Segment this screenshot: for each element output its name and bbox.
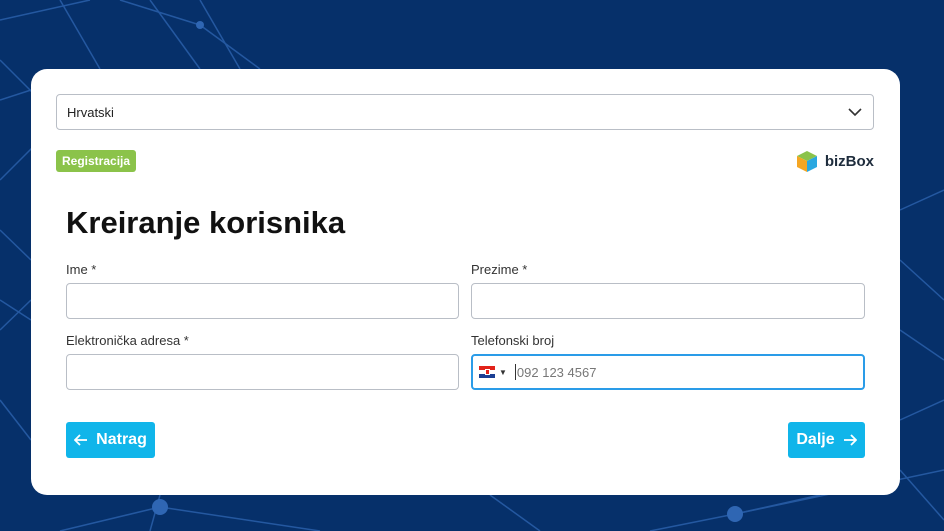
back-button[interactable]: Natrag [66, 422, 155, 458]
phone-placeholder: 092 123 4567 [516, 364, 597, 380]
registration-badge: Registracija [56, 150, 137, 172]
last-name-label: Prezime * [471, 262, 528, 277]
phone-label: Telefonski broj [471, 333, 555, 348]
chevron-down-icon [847, 104, 863, 120]
logo-text: bizBox [824, 152, 874, 170]
next-button[interactable]: Dalje [788, 422, 865, 458]
arrow-left-icon [74, 434, 88, 446]
text-cursor [514, 364, 516, 380]
arrow-right-icon [843, 434, 857, 446]
language-select[interactable]: Hrvatski [56, 94, 874, 130]
croatia-flag-icon[interactable] [479, 366, 495, 378]
back-button-label: Natrag [96, 431, 147, 448]
email-input[interactable] [66, 354, 459, 390]
country-dropdown-caret-icon[interactable]: ▼ [499, 368, 507, 377]
phone-input[interactable]: ▼ 092 123 4567 [471, 354, 865, 390]
next-button-label: Dalje [796, 431, 835, 448]
first-name-label: Ime * [66, 262, 97, 277]
last-name-input[interactable] [471, 283, 865, 319]
cube-logo-icon [796, 151, 817, 172]
language-select-value: Hrvatski [67, 104, 114, 120]
bizbox-logo: bizBox [795, 149, 874, 173]
first-name-input[interactable] [66, 283, 459, 319]
registration-card: Hrvatski Registracija bizBox Kreiranje k… [31, 69, 900, 495]
email-label: Elektronička adresa * [66, 333, 189, 348]
page-title: Kreiranje korisnika [66, 205, 346, 240]
